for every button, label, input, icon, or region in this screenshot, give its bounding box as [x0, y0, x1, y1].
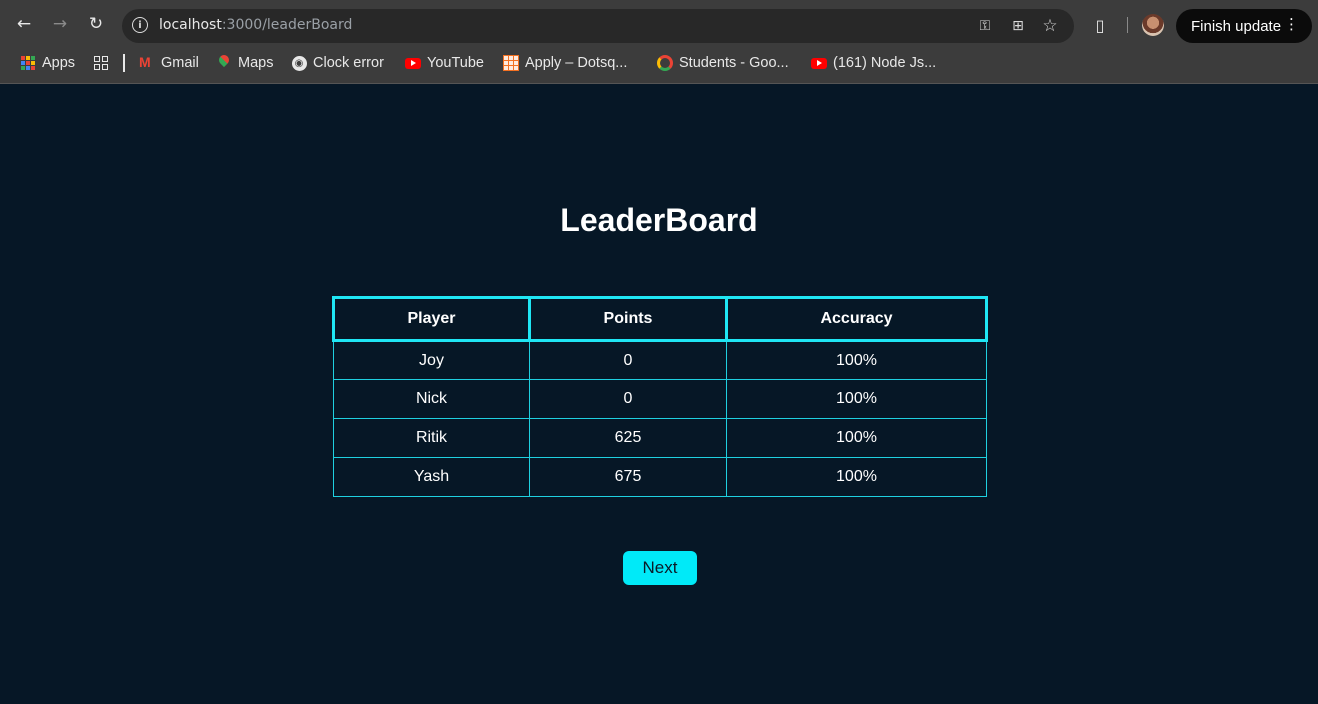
bookmark-label: Clock error — [313, 55, 384, 71]
table-row: Yash 675 100% — [333, 457, 987, 497]
bookmark-label: Apply – Dotsq... — [525, 55, 628, 71]
table-row: Ritik 625 100% — [333, 418, 987, 458]
dotsquares-icon — [503, 55, 519, 71]
page-title: LeaderBoard — [560, 202, 758, 238]
globe-icon: ◉ — [291, 55, 307, 71]
extensions-puzzle-icon[interactable]: ▯ — [1089, 14, 1111, 36]
bookmark-gmail[interactable]: Gmail — [139, 53, 199, 73]
bookmark-node-js[interactable]: (161) Node Js... — [811, 53, 936, 73]
bookmark-label: (161) Node Js... — [833, 55, 937, 71]
points-cell: 625 — [529, 418, 727, 458]
bookmark-dotsquares[interactable]: Apply – Dotsq... — [503, 53, 627, 73]
points-cell: 675 — [529, 457, 727, 497]
google-icon — [657, 55, 673, 71]
forward-arrow-icon[interactable]: → — [47, 11, 73, 37]
reload-icon[interactable]: ↻ — [83, 11, 109, 37]
youtube-icon — [811, 55, 827, 71]
next-button[interactable]: Next — [623, 551, 697, 585]
accuracy-cell: 100% — [726, 457, 987, 497]
tab-groups-icon — [93, 55, 109, 71]
maps-pin-icon — [216, 55, 232, 71]
bookmark-label: Gmail — [161, 55, 199, 71]
column-header-accuracy: Accuracy — [725, 296, 988, 342]
player-cell: Yash — [333, 457, 530, 497]
bookmark-students[interactable]: Students - Goo... — [657, 53, 789, 73]
bookmark-apps[interactable]: Apps — [20, 53, 75, 73]
bookmark-label: Students - Goo... — [679, 55, 789, 71]
accuracy-cell: 100% — [726, 379, 987, 419]
column-header-player: Player — [332, 296, 531, 342]
player-cell: Nick — [333, 379, 530, 419]
finish-update-label: Finish update — [1191, 17, 1282, 35]
url-text[interactable]: localhost:3000/leaderBoard — [159, 17, 352, 33]
apps-grid-icon — [20, 55, 36, 71]
url-host: localhost — [159, 17, 222, 33]
address-bar[interactable]: i localhost:3000/leaderBoard ⚿ ⊞ ☆ — [122, 9, 1074, 43]
bookmarks-bar: Apps Gmail Maps ◉ Clock error YouTube Ap… — [0, 48, 1318, 78]
bookmarks-divider — [123, 54, 125, 72]
leaderboard-table: Player Points Accuracy Joy 0 100% Nick 0… — [332, 296, 988, 497]
bookmark-label: YouTube — [427, 55, 484, 71]
browser-toolbar: ← → ↻ i localhost:3000/leaderBoard ⚿ ⊞ ☆… — [0, 0, 1318, 48]
install-app-icon[interactable]: ⊞ — [1008, 16, 1028, 36]
bookmark-star-icon[interactable]: ☆ — [1040, 16, 1060, 36]
player-cell: Joy — [333, 340, 530, 380]
accuracy-cell: 100% — [726, 418, 987, 458]
column-header-points: Points — [528, 296, 728, 342]
points-cell: 0 — [529, 379, 727, 419]
table-row: Nick 0 100% — [333, 379, 987, 419]
accuracy-cell: 100% — [726, 340, 987, 380]
profile-avatar[interactable] — [1142, 14, 1164, 36]
bookmark-maps[interactable]: Maps — [216, 53, 273, 73]
url-path: :3000/leaderBoard — [221, 17, 353, 33]
site-info-icon[interactable]: i — [132, 17, 148, 33]
table-header-row: Player Points Accuracy — [332, 296, 988, 342]
gmail-icon — [139, 54, 155, 71]
youtube-icon — [405, 55, 421, 71]
password-key-icon[interactable]: ⚿ — [975, 16, 995, 36]
player-cell: Ritik — [333, 418, 530, 458]
table-row: Joy 0 100% — [333, 340, 987, 380]
points-cell: 0 — [529, 340, 727, 380]
browser-chrome: ← → ↻ i localhost:3000/leaderBoard ⚿ ⊞ ☆… — [0, 0, 1318, 84]
tab-groups-button[interactable] — [93, 53, 115, 73]
toolbar-divider — [1127, 17, 1128, 33]
back-arrow-icon[interactable]: ← — [11, 11, 37, 37]
more-menu-icon[interactable]: ⋮ — [1284, 17, 1299, 32]
finish-update-button[interactable]: Finish update ⋮ — [1176, 9, 1312, 43]
bookmark-label: Apps — [42, 55, 76, 71]
bookmark-clock-error[interactable]: ◉ Clock error — [291, 53, 384, 73]
bookmark-youtube[interactable]: YouTube — [405, 53, 484, 73]
bookmark-label: Maps — [238, 55, 274, 71]
